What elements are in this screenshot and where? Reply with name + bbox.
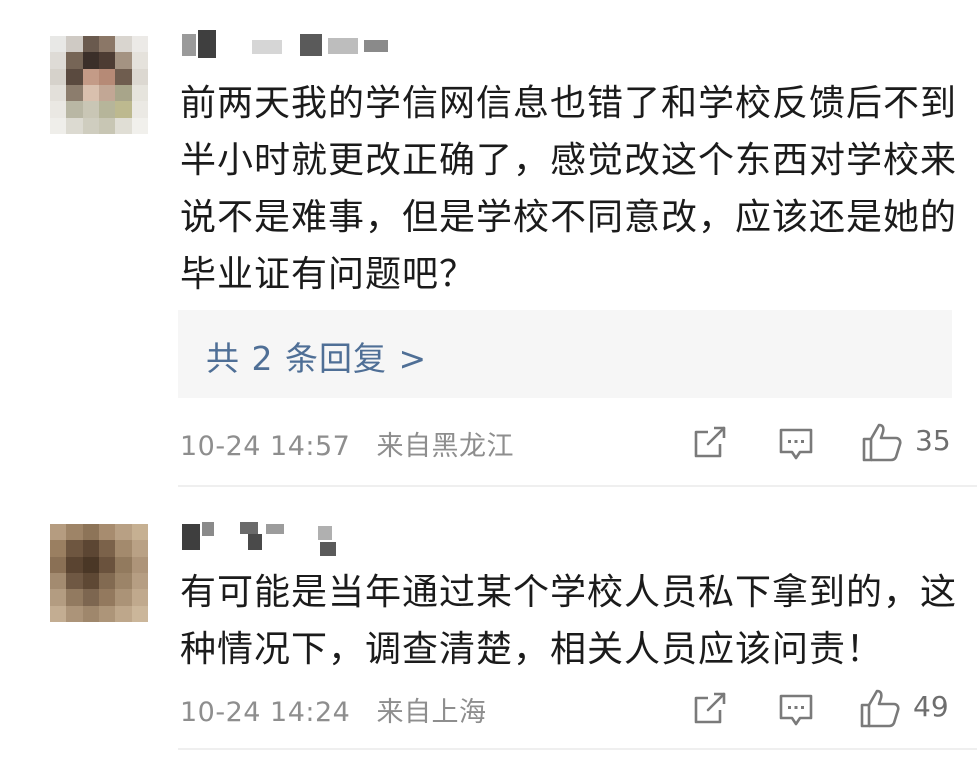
username-blurred[interactable] [182, 30, 402, 60]
comment-location: 来自黑龙江 [376, 431, 515, 462]
like-count: 35 [915, 424, 951, 457]
share-icon[interactable] [690, 688, 730, 728]
avatar[interactable] [50, 36, 148, 134]
like-icon[interactable] [860, 420, 904, 464]
comment-text: 前两天我的学信网信息也错了和学校反馈后不到半小时就更改正确了，感觉改这个东西对学… [180, 83, 958, 295]
comment-meta: 10-24 14:57 来自黑龙江 [180, 424, 514, 463]
comment-meta: 10-24 14:24 来自上海 [180, 690, 487, 729]
view-replies-link[interactable]: 共 2 条回复 > [206, 332, 427, 380]
comment-text: 有可能是当年通过某个学校人员私下拿到的，这种情况下，调查清楚，相关人员应该问责！ [180, 572, 958, 670]
comment-date: 10-24 14:24 [180, 697, 351, 728]
comment-icon[interactable] [776, 690, 816, 730]
divider [178, 748, 977, 750]
comment-item: 前两天我的学信网信息也错了和学校反馈后不到半小时就更改正确了，感觉改这个东西对学… [0, 0, 977, 490]
comment-location: 来自上海 [376, 697, 487, 728]
replies-box[interactable]: 共 2 条回复 > [178, 310, 952, 398]
divider [178, 485, 977, 487]
like-count: 49 [913, 690, 949, 723]
comment-item: 有可能是当年通过某个学校人员私下拿到的，这种情况下，调查清楚，相关人员应该问责！… [0, 490, 977, 759]
share-icon[interactable] [690, 422, 730, 462]
comment-icon[interactable] [776, 424, 816, 464]
comment-list: 前两天我的学信网信息也错了和学校反馈后不到半小时就更改正确了，感觉改这个东西对学… [0, 0, 977, 759]
comment-date: 10-24 14:57 [180, 431, 351, 462]
username-blurred[interactable] [182, 522, 362, 556]
like-icon[interactable] [858, 686, 902, 730]
avatar[interactable] [50, 524, 148, 622]
